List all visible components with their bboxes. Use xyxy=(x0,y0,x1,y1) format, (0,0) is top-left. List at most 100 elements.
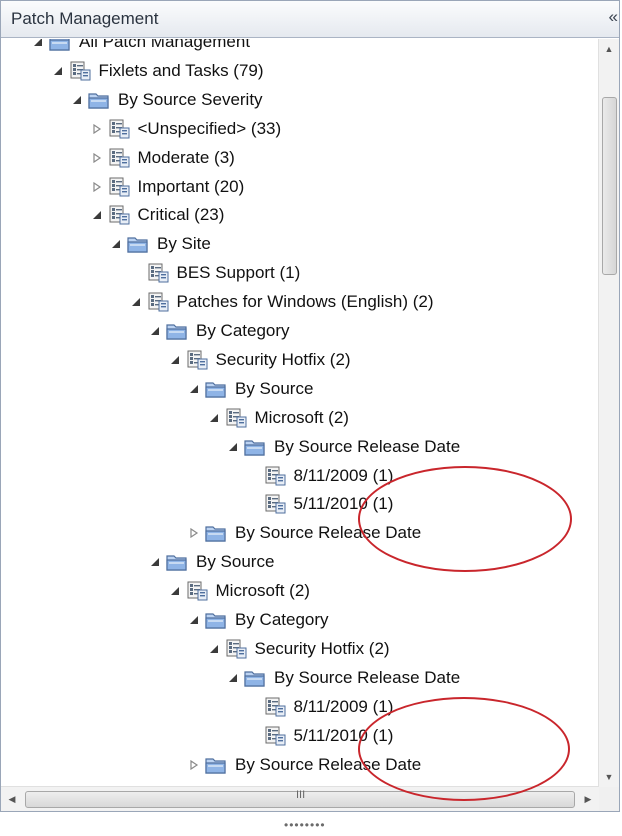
folder-icon xyxy=(49,39,71,52)
expanded-triangle-icon[interactable] xyxy=(207,411,221,425)
tree-item-label: By Source xyxy=(196,552,275,572)
collapsed-triangle-icon[interactable] xyxy=(90,122,104,136)
scrollbar-corner xyxy=(599,787,619,811)
tree-item[interactable]: Critical (23) xyxy=(90,201,224,229)
collapsed-triangle-icon[interactable] xyxy=(90,180,104,194)
patch-management-panel: Patch Management « All Patch Management F… xyxy=(0,0,620,812)
expanded-triangle-icon[interactable] xyxy=(129,295,143,309)
tree-item-label: All Patch Management xyxy=(79,39,251,51)
tree-item-label: 5/11/2010 (1) xyxy=(293,494,394,514)
expanded-triangle-icon[interactable] xyxy=(148,324,162,338)
collapsed-triangle-icon[interactable] xyxy=(187,758,201,772)
tree-item[interactable]: Microsoft (2) xyxy=(207,404,349,432)
vertical-scroll-thumb[interactable] xyxy=(602,97,617,275)
tree-item-label: Fixlets and Tasks (79) xyxy=(98,60,264,80)
tree-item[interactable]: Security Hotfix (2) xyxy=(168,346,351,374)
expanded-triangle-icon[interactable] xyxy=(226,440,240,454)
folder-icon xyxy=(205,755,227,775)
expanded-triangle-icon[interactable] xyxy=(168,353,182,367)
tree-item-label: By Source Release Date xyxy=(274,667,461,687)
tree-item-label: By Source Severity xyxy=(118,89,263,109)
expanded-triangle-icon[interactable] xyxy=(187,382,201,396)
tree-item[interactable]: BES Support (1) xyxy=(129,259,301,287)
tree-item-label: By Category xyxy=(235,610,329,629)
folder-icon xyxy=(244,668,266,688)
tree-item[interactable]: Security Hotfix (2) xyxy=(207,635,390,663)
collapse-panel-button[interactable]: « xyxy=(609,7,619,27)
tree-item[interactable]: By Source xyxy=(187,375,313,403)
tree-item-label: Important (20) xyxy=(137,176,245,196)
expanded-triangle-icon[interactable] xyxy=(70,93,84,107)
folder-icon xyxy=(205,523,227,543)
fixlet-list-icon xyxy=(264,494,286,514)
scroll-left-arrow-icon[interactable]: ◀ xyxy=(1,787,23,811)
tree-item[interactable]: By Source Release Date xyxy=(226,664,460,692)
tree-item-label: 8/11/2009 (1) xyxy=(293,696,394,716)
horizontal-scroll-thumb[interactable]: III xyxy=(25,789,575,808)
fixlet-list-icon xyxy=(186,350,208,370)
collapsed-triangle-icon[interactable] xyxy=(90,151,104,165)
tree-item[interactable]: By Source Release Date xyxy=(226,433,460,461)
tree-item-label: By Category xyxy=(196,321,290,340)
tree-item[interactable]: By Category xyxy=(187,606,329,634)
fixlet-list-icon xyxy=(186,581,208,601)
expanded-triangle-icon[interactable] xyxy=(187,613,201,627)
tree-item[interactable]: By Source Severity xyxy=(70,86,263,114)
fixlet-list-icon xyxy=(108,119,130,139)
tree-item-label: Patches for Windows (English) (2) xyxy=(176,292,434,312)
collapsed-triangle-icon[interactable] xyxy=(187,526,201,540)
vertical-scrollbar[interactable]: ▲ ▼ xyxy=(598,39,619,787)
tree-item-label: BES Support (1) xyxy=(176,263,301,283)
expanded-triangle-icon[interactable] xyxy=(168,584,182,598)
scroll-grip-icon: III xyxy=(296,789,306,801)
expanded-triangle-icon[interactable] xyxy=(109,237,123,251)
folder-icon xyxy=(166,552,188,572)
expanded-triangle-icon[interactable] xyxy=(148,555,162,569)
fixlet-list-icon xyxy=(225,408,247,428)
navigation-tree: All Patch Management Fixlets and Tasks (7… xyxy=(1,39,599,787)
expanded-triangle-icon[interactable] xyxy=(207,642,221,656)
expanded-triangle-icon[interactable] xyxy=(31,39,45,49)
fixlet-list-icon xyxy=(264,697,286,717)
horizontal-scrollbar[interactable]: ◀ III ▶ xyxy=(1,786,599,811)
tree-item[interactable]: By Source Release Date xyxy=(187,751,421,779)
expanded-triangle-icon[interactable] xyxy=(226,671,240,685)
fixlet-list-icon xyxy=(264,726,286,746)
tree-item-label: Security Hotfix (2) xyxy=(254,638,390,658)
panel-resize-grip-icon[interactable]: •••••••• xyxy=(284,818,326,832)
tree-item[interactable]: <Unspecified> (33) xyxy=(90,115,281,143)
tree-item[interactable]: By Site xyxy=(109,230,211,258)
tree-item[interactable]: By Category xyxy=(148,317,290,345)
tree-item[interactable]: Fixlets and Tasks (79) xyxy=(51,57,264,85)
tree-item-label: By Site xyxy=(157,234,211,254)
folder-icon xyxy=(205,379,227,399)
tree-item-label: By Source Release Date xyxy=(235,754,422,774)
tree-item[interactable]: Microsoft (2) xyxy=(168,577,310,605)
tree-item[interactable]: By Source xyxy=(148,548,274,576)
tree-item[interactable]: By Source Release Date xyxy=(187,519,421,547)
fixlet-list-icon xyxy=(108,148,130,168)
tree-item-label: By Source xyxy=(235,378,314,398)
tree-item[interactable]: Patches for Windows (English) (2) xyxy=(129,288,434,316)
tree-item[interactable]: Important (20) xyxy=(90,173,245,201)
tree-item[interactable]: 5/11/2010 (1) xyxy=(246,722,393,750)
tree-item-label: Microsoft (2) xyxy=(215,581,310,601)
fixlet-list-icon xyxy=(108,177,130,197)
scroll-right-arrow-icon[interactable]: ▶ xyxy=(577,787,599,811)
tree-item-label: By Source Release Date xyxy=(274,436,461,456)
fixlet-list-icon xyxy=(69,61,91,81)
tree-item[interactable]: All Patch Management xyxy=(31,39,250,56)
tree-item[interactable]: 8/11/2009 (1) xyxy=(246,693,394,721)
scroll-up-arrow-icon[interactable]: ▲ xyxy=(599,39,619,59)
folder-icon xyxy=(166,321,188,341)
tree-item[interactable]: Moderate (3) xyxy=(90,144,235,172)
scroll-down-arrow-icon[interactable]: ▼ xyxy=(599,767,619,787)
expanded-triangle-icon[interactable] xyxy=(90,208,104,222)
expanded-triangle-icon[interactable] xyxy=(51,64,65,78)
tree-item[interactable]: 8/11/2009 (1) xyxy=(246,462,393,490)
fixlet-list-icon xyxy=(264,466,286,486)
fixlet-list-icon xyxy=(108,205,130,225)
tree-item[interactable]: 5/11/2010 (1) xyxy=(246,490,394,518)
